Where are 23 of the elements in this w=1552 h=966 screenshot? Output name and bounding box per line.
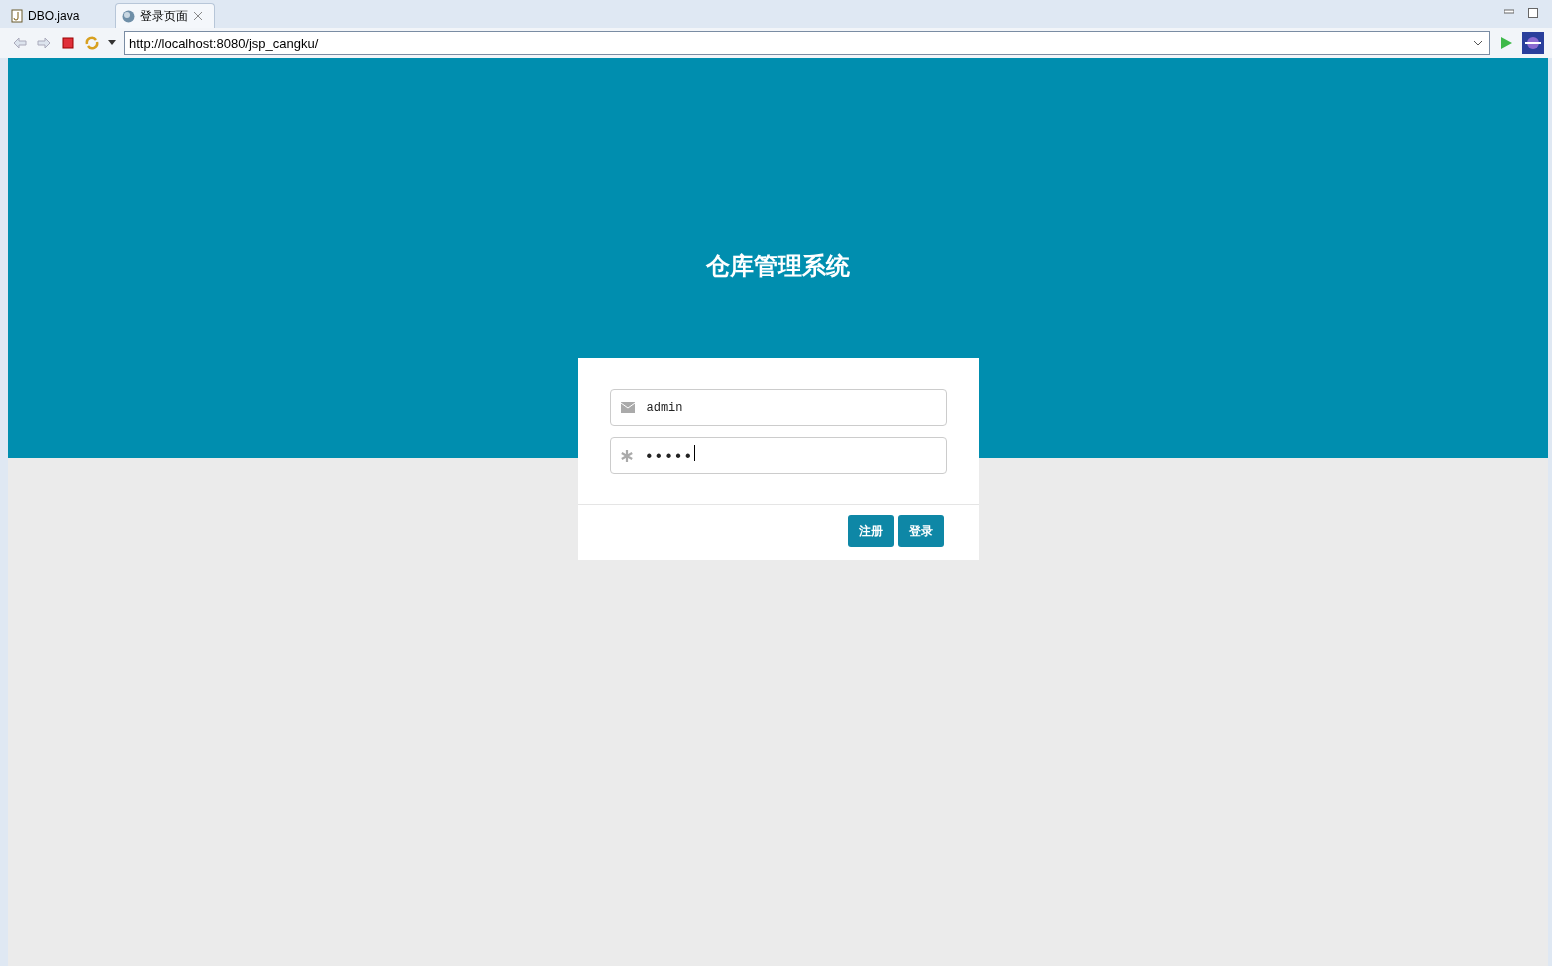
password-field[interactable]: •••••	[609, 437, 947, 474]
forward-icon[interactable]	[36, 35, 52, 51]
editor-tab[interactable]: 登录页面	[115, 3, 215, 28]
asterisk-icon	[620, 449, 633, 462]
register-button[interactable]: 注册	[847, 515, 894, 547]
refresh-icon[interactable]	[84, 35, 100, 51]
file-icon	[11, 9, 23, 23]
page-title: 仓库管理系统	[706, 251, 850, 280]
globe-icon	[122, 9, 135, 23]
editor-tab[interactable]: DBO.java	[4, 3, 113, 28]
envelope-icon	[620, 402, 635, 413]
maximize-icon[interactable]	[1528, 8, 1538, 18]
address-field[interactable]: http://localhost:8080/jsp_cangku/	[124, 31, 1490, 55]
username-field[interactable]: admin	[609, 389, 947, 426]
minimize-icon[interactable]	[1504, 6, 1514, 16]
play-icon[interactable]	[1498, 35, 1514, 51]
back-icon[interactable]	[12, 35, 28, 51]
close-icon[interactable]	[193, 11, 203, 21]
stop-icon[interactable]	[60, 35, 76, 51]
dropdown-icon[interactable]	[108, 40, 116, 46]
app-icon[interactable]	[1522, 32, 1544, 54]
login-button[interactable]: 登录	[897, 515, 944, 547]
chevron-down-icon[interactable]	[1473, 40, 1483, 46]
